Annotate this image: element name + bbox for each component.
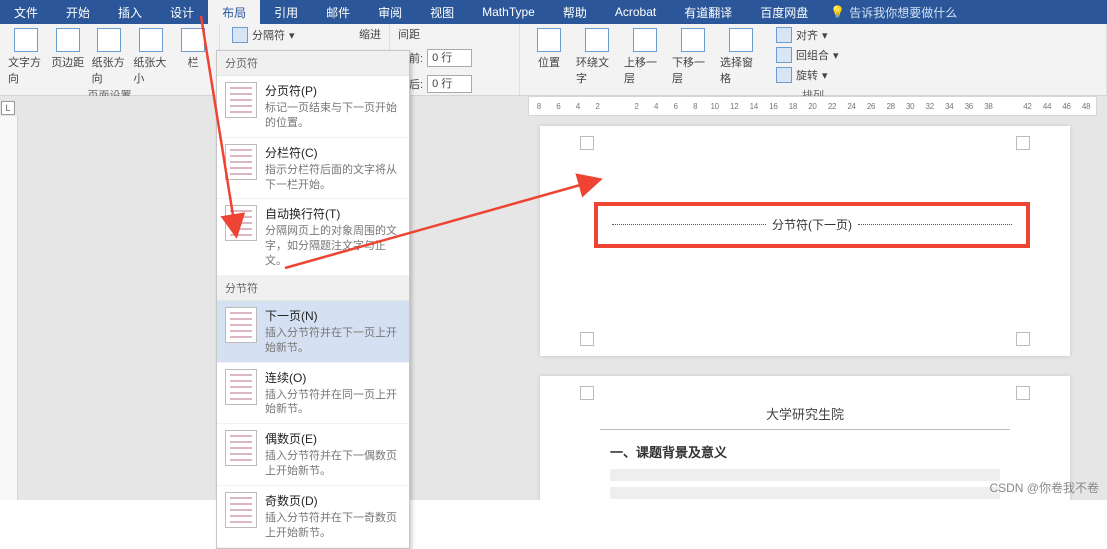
page2-header-text: 大学研究生院 (540, 398, 1070, 429)
align-icon (776, 27, 792, 43)
dd-item-odd-page[interactable]: 奇数页(D) 插入分节符并在下一奇数页上开始新节。 (217, 486, 409, 548)
horizontal-ruler[interactable]: 8642246810121416182022242628303234363842… (528, 96, 1097, 116)
group-button[interactable]: 回组合 ▾ (772, 46, 843, 64)
dd-item-column-break[interactable]: 分栏符(C) 指示分栏符后面的文字将从下一栏开始。 (217, 138, 409, 200)
wrap-text-button[interactable]: 环绕文字 (576, 26, 618, 86)
dd-column-desc: 指示分栏符后面的文字将从下一栏开始。 (265, 163, 401, 193)
tab-selector[interactable]: L (1, 101, 15, 115)
dd-column-title: 分栏符(C) (265, 144, 401, 161)
dd-section-section-breaks: 分节符 (217, 276, 409, 301)
margins-button[interactable]: 页边距 (50, 26, 86, 70)
tab-help[interactable]: 帮助 (549, 0, 601, 24)
section-break-highlight: 分节符(下一页) (594, 202, 1030, 248)
orientation-label: 纸张方向 (92, 54, 128, 86)
dd-item-page-break[interactable]: 分页符(P) 标记一页结束与下一页开始的位置。 (217, 76, 409, 138)
dd-item-even-page[interactable]: 偶数页(E) 插入分节符并在下一偶数页上开始新节。 (217, 424, 409, 486)
tab-layout[interactable]: 布局 (208, 0, 260, 24)
tab-review[interactable]: 审阅 (364, 0, 416, 24)
backward-label: 下移一层 (672, 54, 714, 86)
align-button[interactable]: 对齐 ▾ (772, 26, 843, 44)
breaks-icon (232, 27, 248, 43)
indent-label: 缩进 (359, 26, 381, 42)
odd-page-break-icon (225, 492, 257, 528)
page-1[interactable]: 分节符(下一页) (540, 126, 1070, 356)
section-break-marker: 分节符(下一页) (606, 216, 1018, 233)
text-wrap-break-icon (225, 205, 257, 241)
tab-baidu[interactable]: 百度网盘 (746, 0, 822, 24)
rotate-label: 旋转 (796, 67, 818, 83)
breaks-dropdown-button[interactable]: 分隔符 ▾ (228, 26, 299, 44)
spacing-before-input[interactable]: 0 行 (427, 49, 472, 67)
tab-file[interactable]: 文件 (0, 0, 52, 24)
size-button[interactable]: 纸张大小 (133, 26, 169, 86)
spacing-after-input[interactable]: 0 行 (427, 75, 472, 93)
forward-label: 上移一层 (624, 54, 666, 86)
group-arrange: 位置 环绕文字 上移一层 下移一层 选择窗格 对齐 ▾ 回组合 ▾ 旋转 ▾ 排… (520, 24, 1107, 95)
rotate-button[interactable]: 旋转 ▾ (772, 66, 843, 84)
dd-even-desc: 插入分节符并在下一偶数页上开始新节。 (265, 449, 401, 479)
dd-item-continuous[interactable]: 连续(O) 插入分节符并在同一页上开始新节。 (217, 363, 409, 425)
wrap-label: 环绕文字 (576, 54, 618, 86)
watermark: CSDN @你卷我不卷 (989, 479, 1099, 496)
dd-page-desc: 标记一页结束与下一页开始的位置。 (265, 101, 401, 131)
dd-item-text-wrap[interactable]: 自动换行符(T) 分隔网页上的对象周围的文字，如分隔题注文字与正文。 (217, 199, 409, 276)
group-obj-label: 回组合 (796, 47, 829, 63)
selection-pane-label: 选择窗格 (720, 54, 762, 86)
tab-home[interactable]: 开始 (52, 0, 104, 24)
blurred-text-2 (610, 487, 1000, 499)
tab-youdao[interactable]: 有道翻译 (670, 0, 746, 24)
text-direction-button[interactable]: 文字方向 (8, 26, 44, 86)
dd-odd-desc: 插入分节符并在下一奇数页上开始新节。 (265, 511, 401, 541)
dd-cont-title: 连续(O) (265, 369, 401, 386)
dd-cont-desc: 插入分节符并在同一页上开始新节。 (265, 388, 401, 418)
tab-insert[interactable]: 插入 (104, 0, 156, 24)
align-label: 对齐 (796, 27, 818, 43)
blurred-text-1 (610, 469, 1000, 481)
dd-next-desc: 插入分节符并在下一页上开始新节。 (265, 326, 401, 356)
tab-design[interactable]: 设计 (156, 0, 208, 24)
selection-pane-button[interactable]: 选择窗格 (720, 26, 762, 86)
send-backward-button[interactable]: 下移一层 (672, 26, 714, 86)
columns-label: 栏 (188, 54, 199, 70)
position-label: 位置 (538, 54, 560, 70)
orientation-button[interactable]: 纸张方向 (92, 26, 128, 86)
tab-mailings[interactable]: 邮件 (312, 0, 364, 24)
text-direction-label: 文字方向 (8, 54, 44, 86)
vertical-ruler[interactable] (0, 116, 18, 500)
page-break-icon (225, 82, 257, 118)
ribbon: 文字方向 页边距 纸张方向 纸张大小 栏 页面设置 分隔符 ▾ 缩进 间距 段前… (0, 24, 1107, 96)
ribbon-tabs: 文件 开始 插入 设计 布局 引用 邮件 审阅 视图 MathType 帮助 A… (0, 0, 1107, 24)
column-break-icon (225, 144, 257, 180)
size-label: 纸张大小 (133, 54, 169, 86)
rotate-icon (776, 67, 792, 83)
breaks-label: 分隔符 (252, 27, 285, 43)
tab-references[interactable]: 引用 (260, 0, 312, 24)
dd-odd-title: 奇数页(D) (265, 492, 401, 509)
dd-section-page-breaks: 分页符 (217, 51, 409, 76)
group-page-setup: 文字方向 页边距 纸张方向 纸张大小 栏 页面设置 (0, 24, 220, 95)
bring-forward-button[interactable]: 上移一层 (624, 26, 666, 86)
group-icon (776, 47, 792, 63)
dd-wrap-desc: 分隔网页上的对象周围的文字，如分隔题注文字与正文。 (265, 224, 401, 269)
breaks-dropdown-panel: 分页符 分页符(P) 标记一页结束与下一页开始的位置。 分栏符(C) 指示分栏符后面… (216, 50, 410, 549)
margins-label: 页边距 (51, 54, 84, 70)
spacing-label: 间距 (398, 26, 420, 42)
tell-me-input[interactable]: 告诉我你想要做什么 (830, 0, 957, 24)
tab-acrobat[interactable]: Acrobat (601, 0, 670, 24)
next-page-break-icon (225, 307, 257, 343)
page2-heading: 一、课题背景及意义 (610, 442, 1000, 461)
continuous-break-icon (225, 369, 257, 405)
even-page-break-icon (225, 430, 257, 466)
position-button[interactable]: 位置 (528, 26, 570, 70)
dd-item-next-page[interactable]: 下一页(N) 插入分节符并在下一页上开始新节。 (217, 301, 409, 363)
dd-even-title: 偶数页(E) (265, 430, 401, 447)
tab-mathtype[interactable]: MathType (468, 0, 549, 24)
document-area: L 86422468101214161820222426283032343638… (0, 96, 1107, 500)
dd-page-title: 分页符(P) (265, 82, 401, 99)
dd-wrap-title: 自动换行符(T) (265, 205, 401, 222)
tab-view[interactable]: 视图 (416, 0, 468, 24)
columns-button[interactable]: 栏 (175, 26, 211, 70)
dd-next-title: 下一页(N) (265, 307, 401, 324)
